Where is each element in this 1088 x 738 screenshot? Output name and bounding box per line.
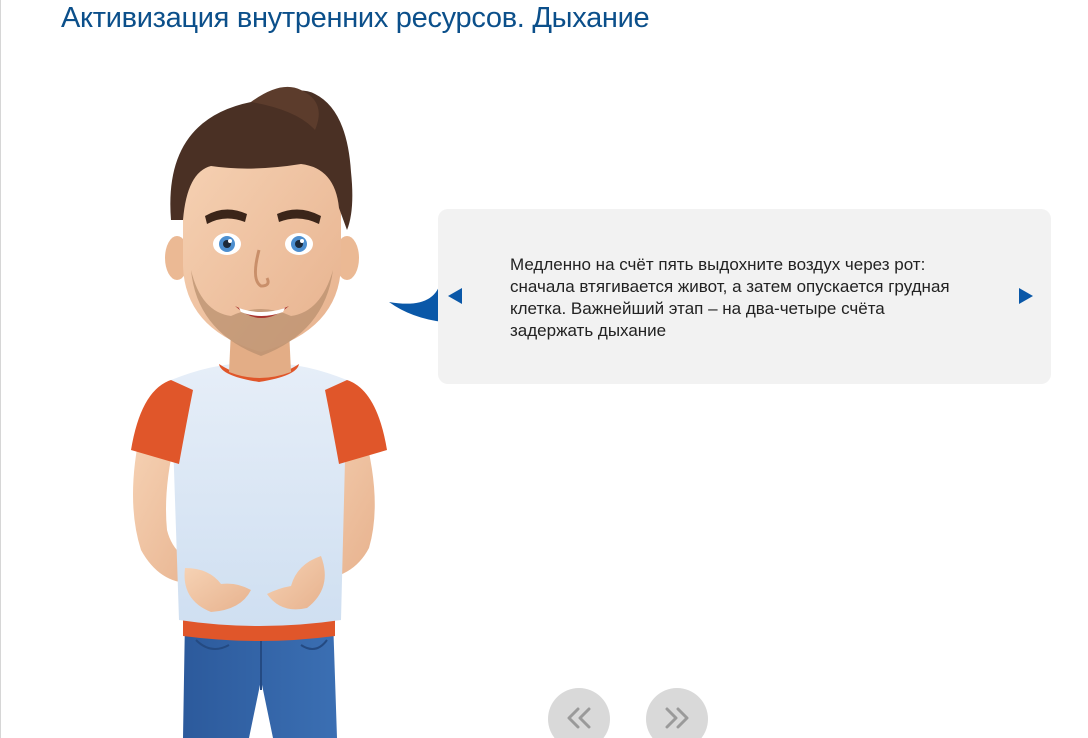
previous-phrase-button[interactable]	[444, 285, 466, 307]
speech-bubble-text: Медленно на счёт пять выдохните воздух ч…	[510, 255, 950, 340]
previous-slide-button[interactable]	[548, 688, 610, 738]
double-chevron-right-icon	[665, 707, 689, 729]
page-title: Активизация внутренних ресурсов. Дыхание	[61, 2, 650, 34]
next-phrase-button[interactable]	[1015, 285, 1037, 307]
speech-bubble: Медленно на счёт пять выдохните воздух ч…	[438, 209, 1051, 384]
triangle-left-icon	[448, 288, 462, 304]
next-slide-button[interactable]	[646, 688, 708, 738]
presenter-character-illustration	[131, 86, 387, 738]
speech-bubble-tail	[389, 280, 443, 322]
double-chevron-left-icon	[567, 707, 591, 729]
slide-stage: Активизация внутренних ресурсов. Дыхание	[0, 0, 1088, 738]
triangle-right-icon	[1019, 288, 1033, 304]
